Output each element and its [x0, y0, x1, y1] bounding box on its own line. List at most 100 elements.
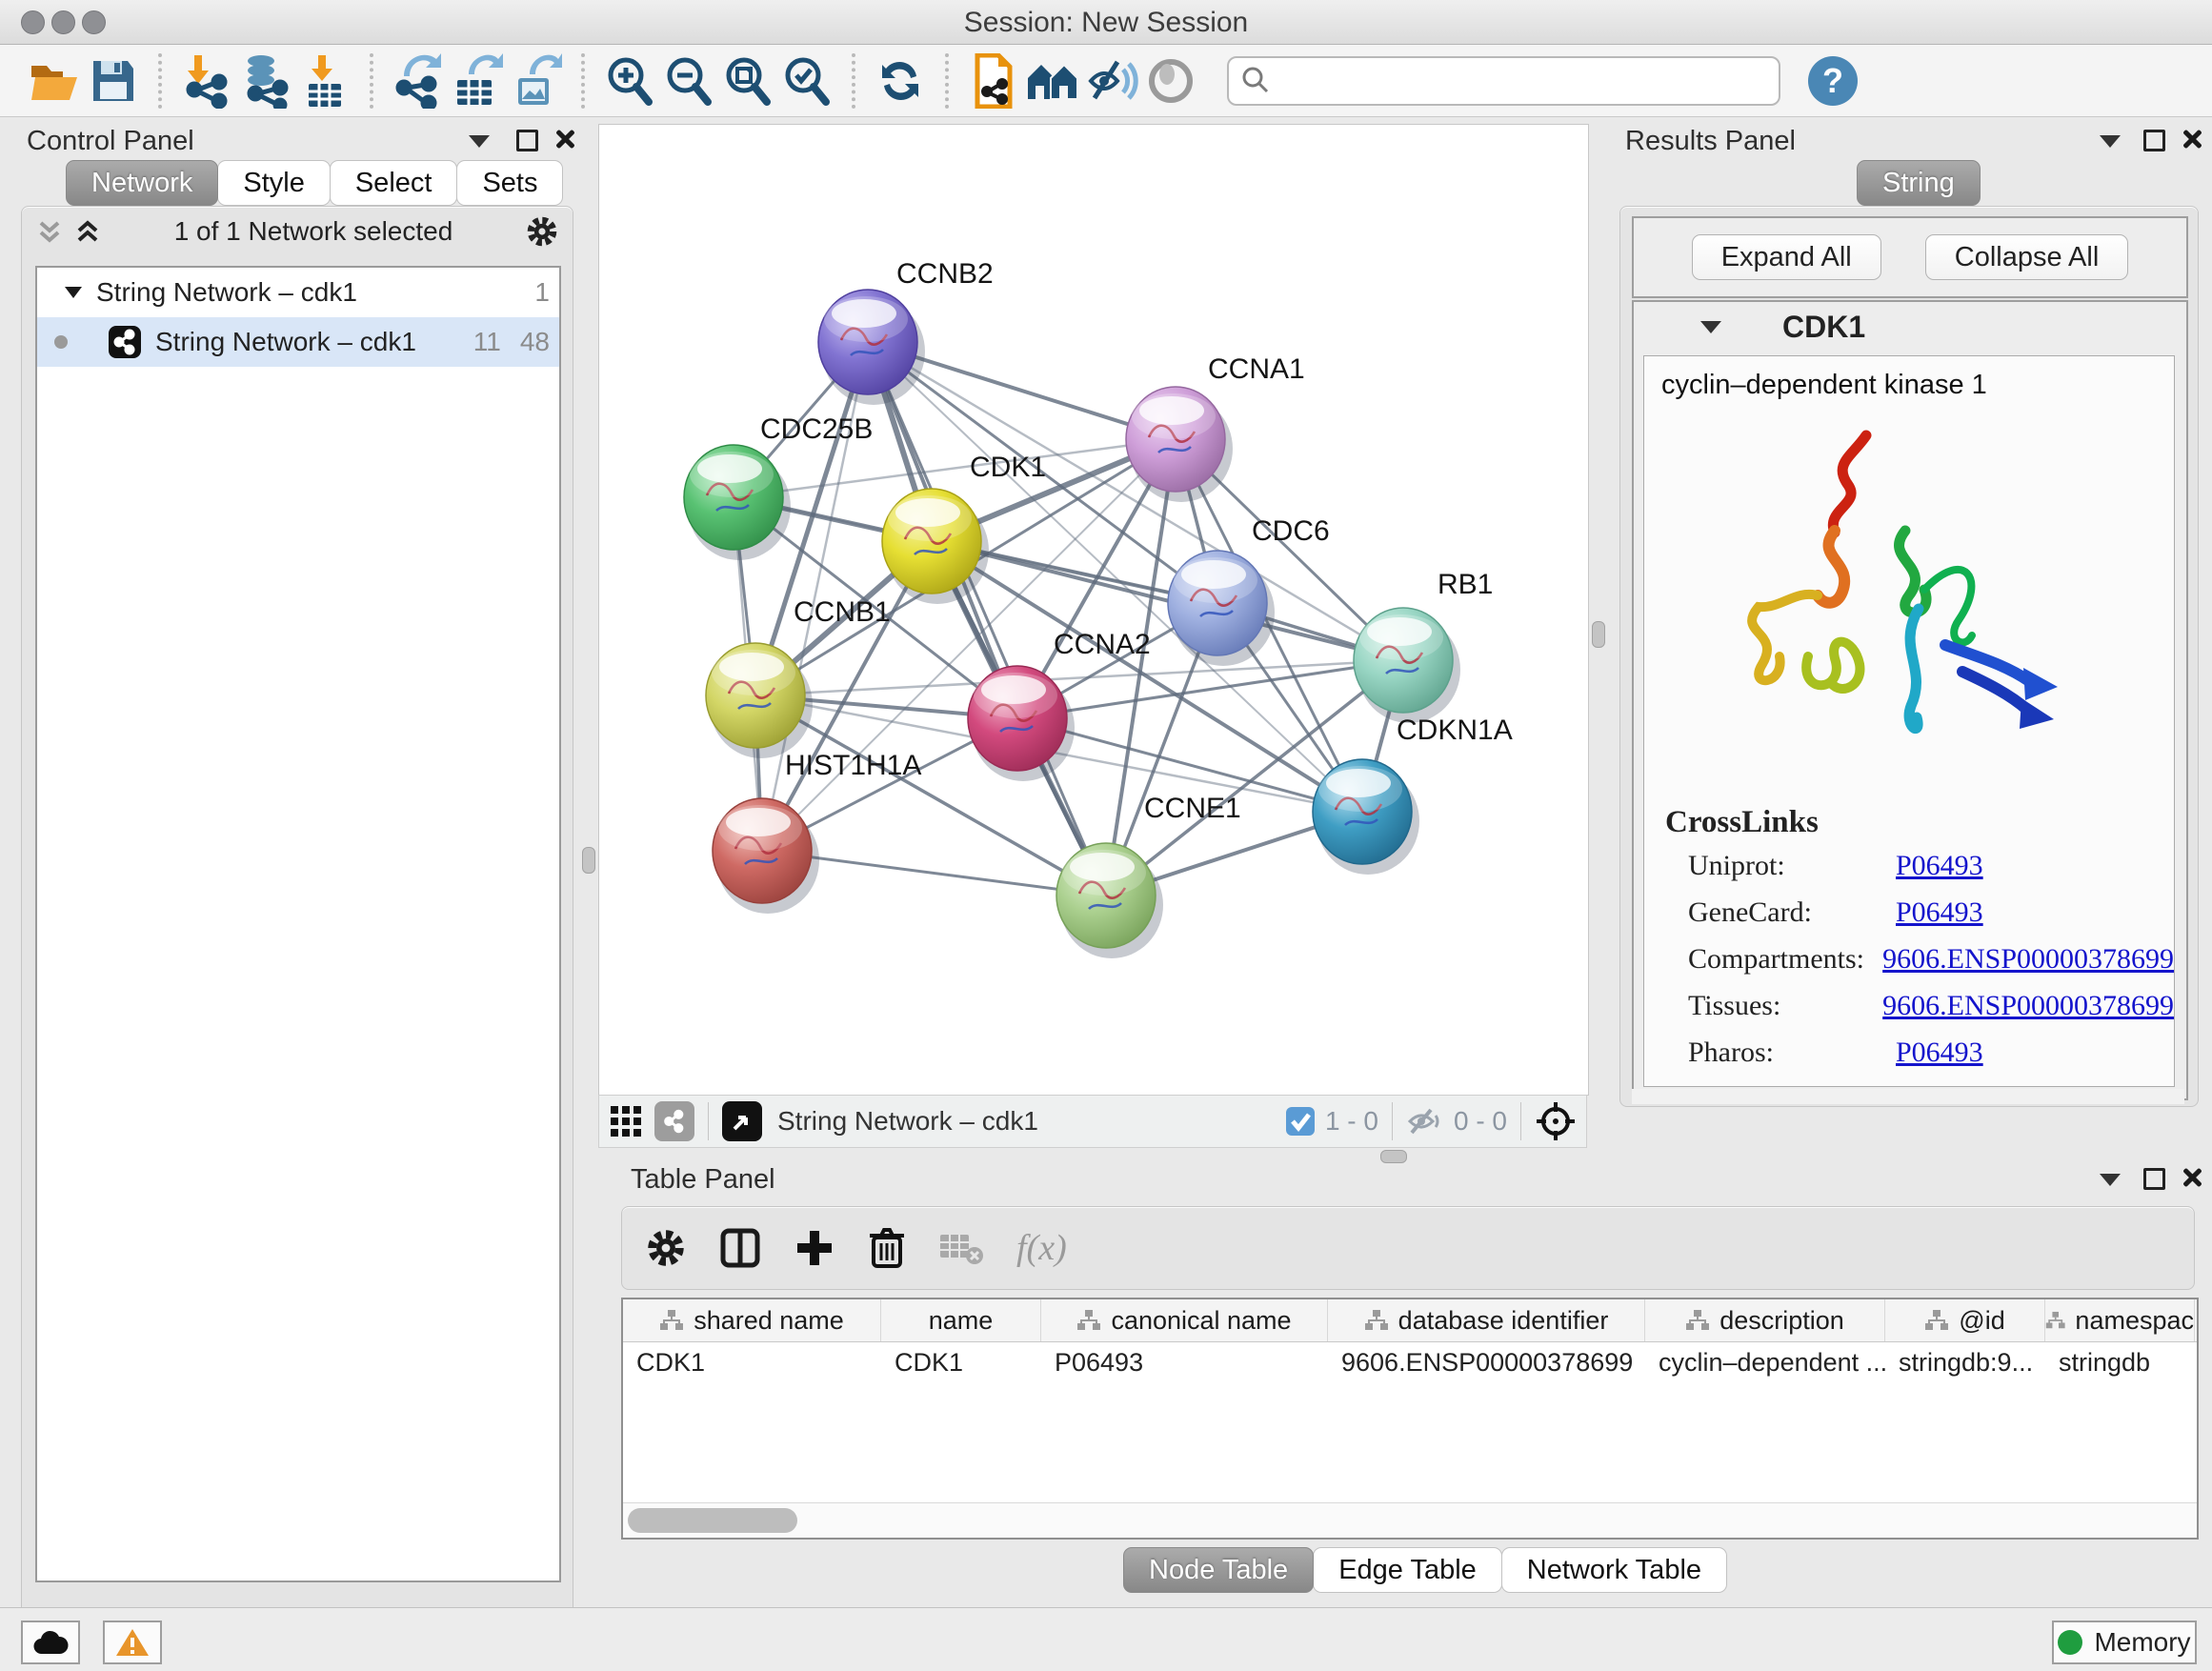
- panel-menu-icon[interactable]: [2100, 135, 2121, 148]
- crosslink-link[interactable]: P06493: [1896, 1037, 1983, 1069]
- warnings-button[interactable]: [103, 1621, 162, 1664]
- column-type-icon: [2045, 1309, 2065, 1332]
- crosslink-link[interactable]: 9606.ENSP00000378699: [1882, 990, 2174, 1022]
- export-table-icon[interactable]: [448, 51, 507, 111]
- crosslink-row: Tissues:9606.ENSP00000378699: [1665, 990, 2174, 1022]
- node-CCNB2[interactable]: CCNB2: [818, 258, 994, 405]
- table-tab-node-table[interactable]: Node Table: [1123, 1547, 1314, 1593]
- gear-icon[interactable]: [525, 214, 559, 249]
- import-table-icon[interactable]: [295, 51, 354, 111]
- select-columns-icon[interactable]: [719, 1227, 761, 1269]
- panel-close-icon[interactable]: [2182, 129, 2201, 148]
- node-CCNE1[interactable]: CCNE1: [1056, 793, 1241, 958]
- column-header-database-identifier[interactable]: database identifier: [1328, 1299, 1645, 1341]
- selected-checkbox-icon[interactable]: [1285, 1106, 1316, 1137]
- table-settings-gear-icon[interactable]: [645, 1227, 687, 1269]
- export-network-icon[interactable]: [389, 51, 448, 111]
- node-CDKN1A[interactable]: CDKN1A: [1313, 715, 1513, 875]
- panel-float-icon[interactable]: [516, 130, 538, 151]
- node-label-CCNB2: CCNB2: [896, 258, 994, 290]
- zoom-in-icon[interactable]: [600, 51, 659, 111]
- crosslink-link[interactable]: 9606.ENSP00000378699: [1882, 943, 2174, 976]
- control-tab-network[interactable]: Network: [66, 160, 218, 206]
- column-header-namespac[interactable]: namespac: [2045, 1299, 2195, 1341]
- column-header-canonical-name[interactable]: canonical name: [1041, 1299, 1328, 1341]
- add-column-icon[interactable]: [794, 1227, 835, 1269]
- zoom-out-icon[interactable]: [659, 51, 718, 111]
- node-RB1[interactable]: RB1: [1354, 569, 1493, 723]
- edge-RB1-CCNB1[interactable]: [755, 660, 1403, 695]
- right-splitter-handle[interactable]: [1592, 621, 1605, 648]
- edge-RB1-CCNA2[interactable]: [1017, 660, 1403, 718]
- delete-trash-icon[interactable]: [868, 1226, 906, 1270]
- node-HIST1H1A[interactable]: HIST1H1A: [713, 750, 921, 914]
- eye-slash-icon[interactable]: [1082, 51, 1141, 111]
- panel-menu-icon[interactable]: [2100, 1174, 2121, 1186]
- collapse-all-icon[interactable]: [35, 217, 64, 246]
- control-tab-style[interactable]: Style: [217, 160, 330, 206]
- panel-float-icon[interactable]: [2143, 130, 2165, 151]
- tree-expander-icon[interactable]: [62, 281, 85, 304]
- zoom-selected-icon[interactable]: [777, 51, 836, 111]
- crosslink-label: Tissues:: [1665, 990, 1882, 1022]
- share-view-icon[interactable]: [654, 1101, 694, 1141]
- table-tab-edge-table[interactable]: Edge Table: [1313, 1547, 1502, 1593]
- table-tab-network-table[interactable]: Network Table: [1501, 1547, 1727, 1593]
- sphere-icon[interactable]: [1141, 51, 1200, 111]
- expand-all-button[interactable]: Expand All: [1692, 234, 1881, 280]
- column-header-shared-name[interactable]: shared name: [623, 1299, 881, 1341]
- node-CCNA1[interactable]: CCNA1: [1126, 353, 1305, 502]
- cloud-icon: [32, 1629, 69, 1656]
- table-row[interactable]: CDK1CDK1P064939606.ENSP00000378699cyclin…: [623, 1342, 2197, 1382]
- node-CCNB1[interactable]: CCNB1: [706, 596, 891, 758]
- houses-icon[interactable]: [1023, 51, 1082, 111]
- network-collection-row[interactable]: String Network – cdk1 1: [37, 268, 559, 317]
- cloud-button[interactable]: [21, 1621, 80, 1664]
- expand-all-icon[interactable]: [73, 217, 102, 246]
- control-panel-title: Control Panel: [27, 126, 194, 157]
- control-tab-sets[interactable]: Sets: [456, 160, 563, 206]
- column-header-name[interactable]: name: [881, 1299, 1041, 1341]
- column-label: name: [929, 1306, 994, 1336]
- document-share-icon[interactable]: [964, 51, 1023, 111]
- export-image-icon[interactable]: [507, 51, 566, 111]
- refresh-view-icon[interactable]: [871, 51, 930, 111]
- open-folder-icon[interactable]: [25, 51, 84, 111]
- tab-string[interactable]: String: [1857, 160, 1981, 206]
- column-header-@id[interactable]: @id: [1885, 1299, 2045, 1341]
- edge-CCNA1-CCNE1[interactable]: [1106, 439, 1176, 896]
- search-input[interactable]: [1227, 56, 1780, 106]
- import-network-icon[interactable]: [177, 51, 236, 111]
- results-scrollbar[interactable]: [1632, 1089, 2184, 1104]
- import-database-icon[interactable]: [236, 51, 295, 111]
- panel-menu-icon[interactable]: [469, 135, 490, 148]
- panel-float-icon[interactable]: [2143, 1168, 2165, 1190]
- network-row-selected[interactable]: String Network – cdk1 11 48: [37, 317, 559, 367]
- gene-header-row[interactable]: CDK1: [1634, 302, 2186, 352]
- edge-CCNB2-CCNE1[interactable]: [868, 342, 1106, 896]
- crosslink-link[interactable]: P06493: [1896, 850, 1983, 882]
- left-splitter-handle[interactable]: [582, 847, 595, 874]
- save-icon[interactable]: [84, 51, 143, 111]
- panel-close-icon[interactable]: [554, 129, 573, 148]
- warning-icon: [115, 1627, 150, 1658]
- grid-view-icon[interactable]: [609, 1104, 643, 1138]
- column-header-description[interactable]: description: [1645, 1299, 1885, 1341]
- scrollbar-thumb[interactable]: [628, 1508, 797, 1533]
- zoom-fit-icon[interactable]: [718, 51, 777, 111]
- node-CDC6[interactable]: CDC6: [1168, 515, 1330, 666]
- table-horizontal-scrollbar[interactable]: [623, 1502, 2197, 1538]
- memory-button[interactable]: Memory: [2052, 1621, 2197, 1664]
- node-CDC25B[interactable]: CDC25B: [684, 413, 873, 560]
- crosslink-row: GeneCard:P06493: [1665, 896, 2174, 929]
- panel-close-icon[interactable]: [2182, 1167, 2201, 1186]
- crosslink-link[interactable]: P06493: [1896, 896, 1983, 929]
- collapse-all-button[interactable]: Collapse All: [1925, 234, 2129, 280]
- control-tab-select[interactable]: Select: [330, 160, 458, 206]
- fit-content-crosshair-icon[interactable]: [1535, 1100, 1577, 1142]
- node-CCNA2[interactable]: CCNA2: [968, 629, 1151, 781]
- help-icon[interactable]: ?: [1803, 51, 1862, 111]
- collapse-entry-icon[interactable]: [1700, 321, 1721, 333]
- detach-view-icon[interactable]: [722, 1101, 762, 1141]
- network-view-canvas[interactable]: CCNB2CCNA1CDC25BCDK1CDC6RB1CCNB1CCNA2CDK…: [598, 124, 1589, 1096]
